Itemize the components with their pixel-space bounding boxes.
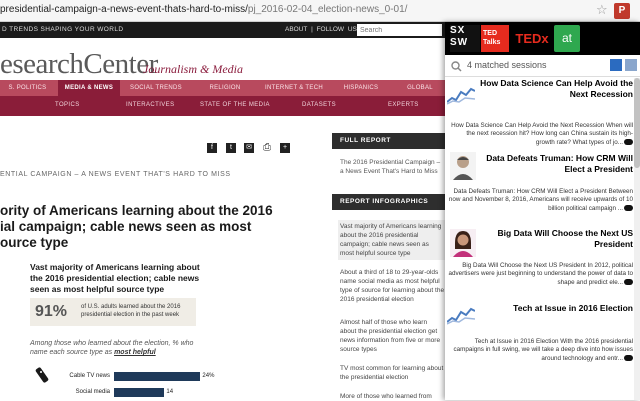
main-nav: S. POLITICS MEDIA & NEWS SOCIAL TRENDS R… (0, 80, 445, 96)
session-desc-text: Data Defeats Truman: How CRM Will Elect … (448, 188, 633, 212)
subnav-interactives[interactable]: INTERACTIVES (126, 102, 174, 108)
bar-value: 24% (202, 373, 215, 379)
nav-global[interactable]: GLOBAL (395, 80, 445, 96)
subnav-experts[interactable]: EXPERTS (388, 102, 419, 108)
figure-stat-box: 91% of U.S. adults learned about the 201… (30, 298, 196, 326)
session-description: How Data Science Can Help Avoid the Next… (448, 122, 633, 147)
infographic-item[interactable]: About a third of 18 to 29-year-olds name… (340, 268, 445, 304)
session-description: Data Defeats Truman: How CRM Will Elect … (448, 188, 633, 213)
nav-hispanics[interactable]: HISPANICS (330, 80, 392, 96)
subnav-state-of-media[interactable]: STATE OF THE MEDIA (200, 102, 270, 108)
popup-banner: SX SW TED Talks TEDx at (445, 22, 640, 55)
extension-icon[interactable]: P (614, 3, 630, 19)
full-report-link[interactable]: The 2016 Presidential Campaign – a News … (340, 158, 445, 176)
session-thumbnail[interactable] (447, 304, 475, 326)
more-icon[interactable] (624, 204, 633, 211)
nav-us-politics[interactable]: S. POLITICS (0, 80, 55, 96)
scrollbar-thumb[interactable] (634, 78, 640, 168)
top-links[interactable]: ABOUT | FOLLOW US (285, 26, 357, 33)
print-icon[interactable]: ⎙ (262, 143, 272, 153)
tedx-logo: TEDx (515, 31, 549, 46)
bar (114, 372, 201, 381)
session-desc-text: Big Data Will Choose the Next US Preside… (448, 262, 633, 286)
subnav-topics[interactable]: TOPICS (55, 102, 80, 108)
more-icon[interactable] (624, 354, 633, 361)
sessions-scrollbar[interactable] (634, 78, 640, 400)
extension-popup: SX SW TED Talks TEDx at 4 matched sessio… (445, 22, 640, 400)
infographic-item[interactable]: Vast majority of Americans learning abou… (338, 220, 445, 260)
site-tagline: D TRENDS SHAPING YOUR WORLD (2, 26, 124, 33)
infographic-item[interactable]: Almost half of those who learn about the… (340, 318, 445, 354)
nav-internet-tech[interactable]: INTERNET & TECH (261, 80, 327, 96)
facebook-icon[interactable]: f (207, 143, 217, 153)
subnav-datasets[interactable]: DATASETS (302, 102, 336, 108)
full-report-heading: FULL REPORT (332, 133, 445, 149)
bar-label: Social media (75, 389, 110, 395)
sxsw-logo: SX SW (450, 25, 480, 52)
headline-line-2: ial campaign; cable news seen as most (0, 219, 252, 234)
breadcrumb[interactable]: ENTIAL CAMPAIGN – A NEWS EVENT THAT'S HA… (0, 171, 231, 178)
session-desc-text: How Data Science Can Help Avoid the Next… (451, 122, 633, 146)
email-icon[interactable]: ✉ (244, 143, 254, 153)
more-icon[interactable] (624, 138, 633, 145)
session-title[interactable]: Big Data Will Choose the Next US Preside… (479, 228, 633, 250)
site-search-input[interactable] (357, 24, 442, 36)
list-view-icon[interactable] (610, 59, 622, 71)
article-headline: ority of Americans learning about the 20… (0, 203, 300, 251)
site-logo-subtitle: Journalism & Media (143, 62, 243, 76)
session-description: Tech at Issue in 2016 Election With the … (448, 338, 633, 363)
speaker-photo[interactable] (450, 229, 476, 257)
figure-title: Vast majority of Americans learning abou… (30, 262, 200, 294)
url-text[interactable]: presidential-campaign-a-news-event-thats… (0, 4, 407, 15)
more-icon[interactable] (624, 278, 633, 285)
session-title[interactable]: How Data Science Can Help Avoid the Next… (477, 78, 633, 100)
matched-sessions-count[interactable]: 4 matched sessions (467, 60, 547, 70)
infographic-item[interactable]: TV most common for learning about the pr… (340, 364, 445, 382)
session-description: Big Data Will Choose the Next US Preside… (448, 262, 633, 287)
nav-media-news[interactable]: MEDIA & NEWS (58, 80, 120, 96)
bar-label: Cable TV news (69, 373, 110, 379)
nav-social-trends[interactable]: SOCIAL TRENDS (123, 80, 189, 96)
search-icon[interactable] (451, 61, 462, 72)
note-emphasis: most helpful (114, 349, 156, 356)
headline-line-3: ource type (0, 235, 69, 250)
ted-talks-logo: TED Talks (481, 25, 509, 52)
report-infographics-heading: REPORT INFOGRAPHICS (332, 194, 445, 210)
session-title[interactable]: Tech at Issue in 2016 Election (477, 303, 633, 314)
figure-note: Among those who learned about the electi… (30, 339, 200, 357)
bookmark-star-icon[interactable]: ☆ (596, 3, 610, 17)
site-logo[interactable]: esearchCenter (0, 48, 158, 81)
sub-nav: TOPICS INTERACTIVES STATE OF THE MEDIA D… (0, 96, 445, 116)
more-share-icon[interactable]: + (280, 143, 290, 153)
headline-line-1: ority of Americans learning about the 20… (0, 203, 273, 218)
browser-url-bar[interactable]: presidential-campaign-a-news-event-thats… (0, 0, 640, 22)
session-title[interactable]: Data Defeats Truman: How CRM Will Elect … (479, 153, 633, 175)
at-logo: at (554, 25, 580, 52)
nav-religion[interactable]: RELIGION (192, 80, 258, 96)
note-prefix: Among those who learned about the electi… (30, 340, 194, 356)
session-thumbnail[interactable] (447, 84, 475, 106)
url-host: presidential-campaign-a-news-event-thats… (0, 4, 248, 15)
bar-value: 14 (166, 389, 174, 395)
stat-value: 91% (35, 303, 68, 320)
bar (114, 388, 165, 397)
speaker-photo[interactable] (450, 152, 476, 180)
url-path: pj_2016-02-04_election-news_0-01/ (247, 4, 408, 15)
session-desc-text: Tech at Issue in 2016 Election With the … (453, 338, 633, 362)
grid-view-icon[interactable] (625, 59, 637, 71)
stat-text: of U.S. adults learned about the 2016 pr… (81, 304, 181, 318)
twitter-icon[interactable]: t (226, 143, 236, 153)
popup-toolbar: 4 matched sessions (445, 55, 640, 77)
